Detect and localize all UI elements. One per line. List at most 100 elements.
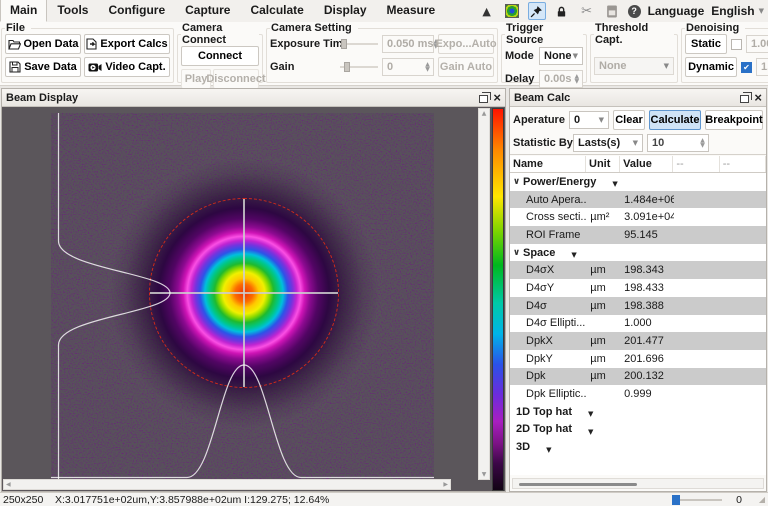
screenshot-cut-icon[interactable]: ✂ [578,2,596,20]
table-group-row[interactable]: ∨Power/Energy▼ [510,173,766,191]
spinner-arrows-icon[interactable]: ▲▼ [697,138,708,148]
spinner-arrows-icon[interactable]: ▲▼ [422,62,433,72]
scroll-up-icon[interactable]: ▲ [482,110,487,117]
image-save-icon[interactable] [603,2,621,20]
dynamic-denoise-spinbox[interactable]: 1.00 ▲▼ [756,58,768,76]
static-denoise-spinbox[interactable]: 1.00 ▲▼ [746,35,768,53]
pin-icon[interactable] [528,2,546,20]
restore-window-icon[interactable] [740,95,749,103]
language-select[interactable]: English ▼ [711,4,764,18]
beam-display-header[interactable]: Beam Display × [2,89,505,107]
table-row[interactable]: Dpkµm200.132 [510,368,766,386]
dropdown-caret-icon[interactable]: ▼ [588,410,593,418]
col-header-unit[interactable]: Unit [586,156,620,172]
aperature-select[interactable]: 0 ▼ [569,111,609,129]
resize-grip-icon[interactable]: ◢ [759,495,765,504]
help-icon[interactable]: ? [628,5,641,18]
export-calcs-button[interactable]: Export Calcs [84,34,170,54]
gain-auto-button[interactable]: Gain Auto [438,57,494,77]
table-horizontal-scrollbar[interactable] [512,478,764,489]
statistic-count-spinbox[interactable]: 10 ▲▼ [647,134,709,152]
static-denoise-button[interactable]: Static [685,34,727,54]
dropdown-caret-icon[interactable]: ▼ [546,446,551,454]
file-group: File Open Data Export Calcs [1,22,174,83]
dropdown-caret-icon[interactable]: ▼ [612,180,617,188]
restore-window-icon[interactable] [479,95,488,103]
close-icon[interactable]: × [754,93,762,103]
clear-button[interactable]: Clear [613,110,645,130]
menu-tab-main[interactable]: Main [0,0,47,22]
menu-tab-measure[interactable]: Measure [377,0,446,22]
collapse-ribbon-icon[interactable]: ▲ [478,2,496,20]
open-data-button[interactable]: Open Data [5,34,81,54]
zoom-slider-handle[interactable] [672,495,680,505]
menu-tab-display[interactable]: Display [314,0,377,22]
table-row[interactable]: DpkYµm201.696 [510,350,766,368]
gain-slider[interactable] [340,60,378,74]
calculate-button[interactable]: Calculate [649,110,701,130]
table-row[interactable]: Cross secti...µm²3.091e+04 [510,208,766,226]
dynamic-denoise-checkbox[interactable]: ✔ [741,62,752,73]
exposure-slider[interactable] [340,37,378,51]
table-row[interactable]: D4σYµm198.433 [510,279,766,297]
gain-spinbox[interactable]: 0 ▲▼ [382,58,434,76]
expander-icon[interactable]: ∨ [510,176,523,187]
menu-tab-calculate[interactable]: Calculate [240,0,313,22]
dropdown-caret-icon[interactable]: ▼ [588,428,593,436]
beam-color-icon[interactable] [503,2,521,20]
disconnect-button[interactable]: Disconnect [213,69,259,89]
dynamic-denoise-button[interactable]: Dynamic [685,57,737,77]
menu-tab-configure[interactable]: Configure [98,0,175,22]
trigger-mode-select[interactable]: None ▼ [539,47,583,65]
exposure-auto-button[interactable]: Expo...Auto [438,34,494,54]
profile-curves [51,113,434,481]
table-row[interactable]: ROI Frame95.145 [510,226,766,244]
dropdown-caret-icon[interactable]: ▼ [571,251,576,259]
table-row[interactable]: Dpk Elliptic...0.999 [510,385,766,403]
beam-image[interactable] [51,113,434,481]
col-header-extra1[interactable]: -- [673,156,719,172]
spinner-arrows-icon[interactable]: ▲▼ [572,74,582,84]
connect-button[interactable]: Connect [181,46,259,66]
beam-calc-header[interactable]: Beam Calc × [510,89,766,107]
menu-tab-tools[interactable]: Tools [47,0,98,22]
close-icon[interactable]: × [493,93,501,103]
chevron-down-icon: ▼ [633,139,638,147]
table-row[interactable]: Auto Apera...1.484e+06 [510,191,766,209]
breakpoint-button[interactable]: Breakpoint [705,110,763,130]
vertical-scrollbar[interactable]: ▲▼ [478,108,490,480]
beam-display-viewport[interactable]: ▲▼ ◀▶ [2,107,505,491]
expander-icon[interactable]: ∨ [510,247,523,258]
table-group-row[interactable]: ∨Space▼ [510,244,766,262]
gain-slider-handle[interactable] [344,62,350,72]
lock-icon[interactable] [553,2,571,20]
cell-unit: µm [587,282,621,294]
trigger-delay-spinbox[interactable]: 0.00s ▲▼ [539,70,583,88]
col-header-extra2[interactable]: -- [720,156,766,172]
save-data-button[interactable]: Save Data [5,57,81,77]
table-row[interactable]: DpkXµm201.477 [510,332,766,350]
exposure-slider-handle[interactable] [341,39,347,49]
static-denoise-checkbox[interactable] [731,39,742,50]
chevron-down-icon: ▼ [573,52,578,60]
exposure-spinbox[interactable]: 0.050 ms ▲▼ [382,35,434,53]
statistic-by-select[interactable]: Lasts(s) ▼ [573,134,643,152]
col-header-value[interactable]: Value [620,156,673,172]
horizontal-scrollbar[interactable]: ◀▶ [3,479,451,490]
table-row[interactable]: D4σ Ellipti...1.000 [510,315,766,333]
scroll-right-icon[interactable]: ▶ [443,481,448,488]
table-group-row[interactable]: 3D▼ [510,438,766,456]
table-row[interactable]: D4σµm198.388 [510,297,766,315]
table-group-row[interactable]: 2D Top hat▼ [510,421,766,439]
menu-tab-capture[interactable]: Capture [175,0,240,22]
scroll-left-icon[interactable]: ◀ [6,481,11,488]
video-capture-button[interactable]: Video Capt. [84,57,170,77]
scroll-down-icon[interactable]: ▼ [482,471,487,478]
threshold-select[interactable]: None ▼ [594,57,674,75]
zoom-slider[interactable] [672,499,722,501]
table-row[interactable]: D4σXµm198.343 [510,261,766,279]
table-group-row[interactable]: 1D Top hat▼ [510,403,766,421]
trigger-mode-value: None [544,50,573,62]
col-header-name[interactable]: Name [510,156,586,172]
scrollbar-thumb[interactable] [519,483,637,486]
